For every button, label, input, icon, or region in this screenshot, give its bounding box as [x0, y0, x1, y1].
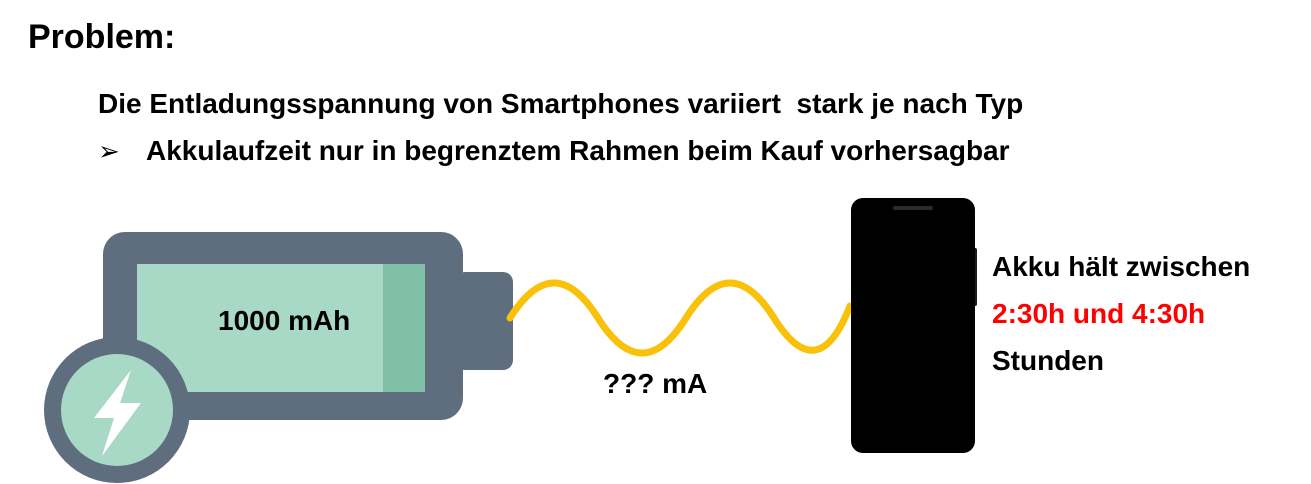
wire-squiggle [506, 279, 854, 357]
smartphone [851, 198, 975, 453]
battery-charge-fill-end [383, 264, 425, 392]
battery-terminal [455, 272, 513, 370]
battery-phone-diagram [44, 198, 977, 483]
runtime-text: Akku hält zwischen 2:30h und 4:30h Stund… [992, 243, 1250, 384]
battery-capacity-label: 1000 mAh [218, 305, 351, 336]
runtime-line-1: Akku hält zwischen [992, 251, 1251, 282]
current-label: ??? mA [603, 368, 708, 399]
phone-speaker [893, 206, 933, 210]
runtime-line-3: Stunden [992, 345, 1104, 376]
runtime-line-2: 2:30h und 4:30h [992, 298, 1206, 329]
